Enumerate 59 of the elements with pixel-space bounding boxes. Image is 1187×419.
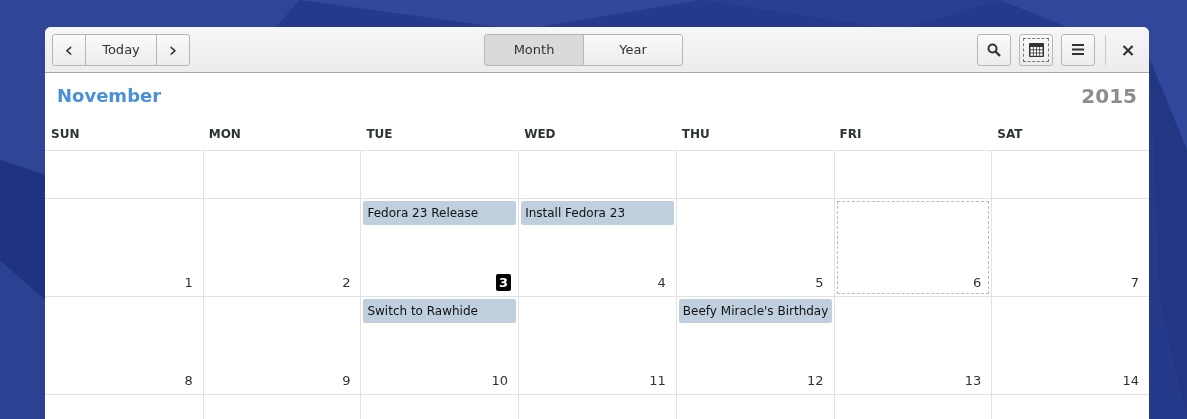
day-cell[interactable] <box>360 151 519 199</box>
day-cell[interactable] <box>991 151 1149 199</box>
day-number: 13 <box>963 372 983 389</box>
close-button[interactable]: × <box>1114 39 1142 60</box>
day-cell[interactable] <box>675 151 834 199</box>
year-title: 2015 <box>1081 83 1137 108</box>
weekday-label: TUE <box>366 127 393 141</box>
day-cell[interactable]: 1 <box>45 199 203 297</box>
search-button[interactable] <box>977 33 1011 66</box>
month-title: November <box>57 85 162 106</box>
weekday-label: THU <box>681 127 710 141</box>
weekday-label: FRI <box>839 127 862 141</box>
day-number: 7 <box>1129 274 1140 291</box>
day-number: 10 <box>490 372 510 389</box>
calendar-event[interactable]: Install Fedora 23 <box>521 201 674 225</box>
day-cell[interactable]: 9 <box>202 297 361 395</box>
day-number: 1 <box>183 274 194 291</box>
day-cell[interactable]: Switch to Rawhide 10 <box>360 297 519 395</box>
day-number: 2 <box>341 274 352 291</box>
calendar-icon <box>1028 42 1044 57</box>
day-cell[interactable] <box>202 151 361 199</box>
day-cell[interactable]: 14 <box>991 297 1149 395</box>
day-number: 12 <box>806 372 825 389</box>
day-cell[interactable] <box>518 151 676 199</box>
next-button[interactable]: › <box>156 33 190 66</box>
day-cell[interactable]: 13 <box>833 297 992 395</box>
calendar-event[interactable]: Switch to Rawhide <box>363 299 517 323</box>
day-cell[interactable]: Install Fedora 23 4 <box>518 199 676 297</box>
day-cell[interactable]: Beefy Miracle's Birthday 12 <box>675 297 834 395</box>
today-button[interactable]: Today <box>85 33 157 66</box>
day-number: 8 <box>183 372 194 389</box>
day-number: 5 <box>814 274 825 291</box>
day-number: 11 <box>648 372 667 389</box>
menu-icon <box>1072 44 1084 55</box>
calendar-event[interactable]: Beefy Miracle's Birthday <box>678 299 832 323</box>
day-number: 4 <box>656 274 667 291</box>
day-cell[interactable]: 6 <box>833 199 992 297</box>
day-number: 6 <box>972 274 983 291</box>
menu-button[interactable] <box>1061 33 1095 66</box>
calendar-button[interactable] <box>1019 33 1053 66</box>
weekday-label: SUN <box>51 127 80 141</box>
day-number: 14 <box>1121 372 1140 389</box>
view-tab[interactable]: Month <box>484 33 584 66</box>
day-cell[interactable]: Fedora 23 Release 3 <box>360 199 519 297</box>
weekday-label: MON <box>208 127 241 141</box>
today-day-number: 3 <box>496 274 512 291</box>
day-number: 9 <box>341 372 352 389</box>
day-cell[interactable]: 11 <box>518 297 676 395</box>
weekday-label: SAT <box>997 127 1023 141</box>
day-cell[interactable]: 7 <box>991 199 1149 297</box>
previous-button[interactable]: ‹ <box>52 33 86 66</box>
day-cell[interactable]: 2 <box>202 199 361 297</box>
day-cell[interactable]: 8 <box>45 297 203 395</box>
view-tab[interactable]: Year <box>583 33 683 66</box>
weekday-label: WED <box>524 127 556 141</box>
search-icon <box>987 42 1001 57</box>
day-cell[interactable]: 5 <box>675 199 834 297</box>
calendar-event[interactable]: Fedora 23 Release <box>363 201 517 225</box>
day-cell[interactable] <box>833 151 992 199</box>
